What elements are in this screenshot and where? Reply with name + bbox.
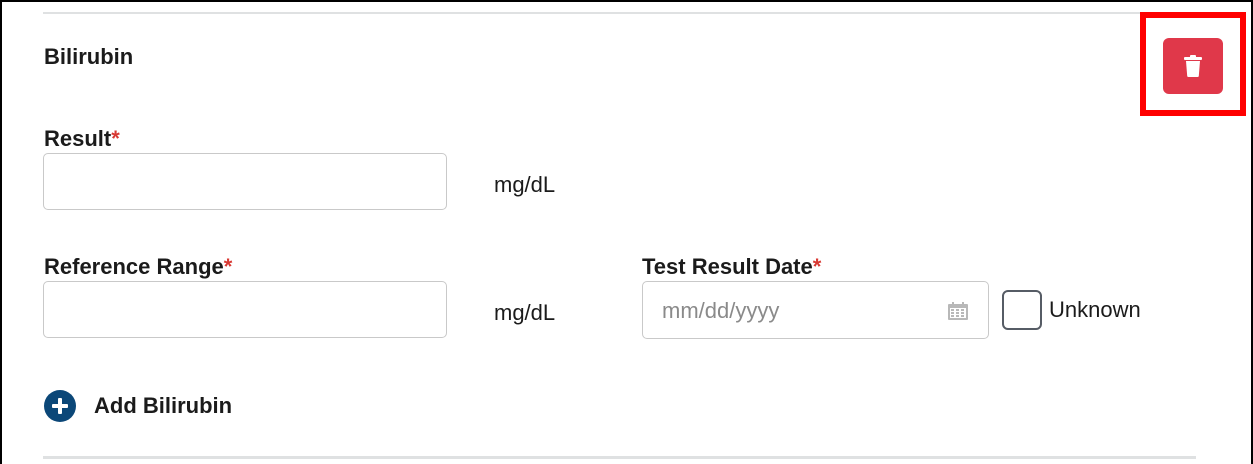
reference-range-label-text: Reference Range [44,254,224,279]
result-label-text: Result [44,126,112,151]
add-bilirubin-label: Add Bilirubin [94,393,233,418]
required-asterisk: * [111,126,120,151]
bottom-divider [43,456,1196,459]
test-result-date-label: Test Result Date* [642,254,821,280]
reference-range-label: Reference Range* [44,254,232,280]
date-placeholder: mm/dd/yyyy [662,298,780,323]
section-title: Bilirubin [44,44,134,69]
test-result-date-input[interactable]: mm/dd/yyyy [642,281,989,339]
add-bilirubin-button[interactable]: Add Bilirubin [44,390,232,422]
reference-range-input[interactable] [43,281,447,338]
unknown-checkbox[interactable] [1002,290,1042,330]
required-asterisk: * [223,254,233,279]
required-asterisk: * [812,254,822,279]
trash-icon [1184,55,1202,77]
test-result-date-label-text: Test Result Date [642,254,813,279]
plus-circle-icon [44,390,76,422]
result-label: Result* [44,126,120,152]
result-input[interactable] [43,153,447,210]
result-unit: mg/dL [494,172,556,197]
unknown-label[interactable]: Unknown [1049,297,1141,323]
reference-range-unit: mg/dL [494,300,556,325]
top-divider [43,12,1196,14]
calendar-icon[interactable] [948,302,968,320]
delete-button[interactable] [1163,38,1223,94]
